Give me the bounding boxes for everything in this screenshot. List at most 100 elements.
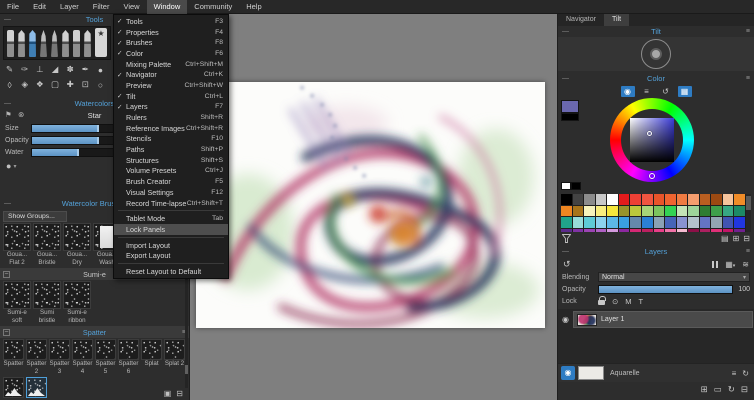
palette-swatch[interactable] [607,228,618,232]
menu-icon[interactable]: ≡ [746,26,750,37]
brush-thumbnail[interactable] [3,223,31,251]
lock-transparency-icon[interactable] [598,296,606,305]
palette-swatch[interactable] [653,205,665,216]
menu-item-mixing-palette[interactable]: Mixing Palette Ctrl+Shift+M [114,59,228,70]
palette-swatch[interactable] [734,228,745,232]
duplicate-layer-icon[interactable]: ↻ [728,384,735,395]
palette-swatch[interactable] [595,205,607,216]
menu-item-brush-creator[interactable]: Brush Creator F5 [114,176,228,187]
wetness-view-icon[interactable]: ≋ [742,260,749,269]
palette-swatch[interactable] [711,217,722,228]
palette-swatch[interactable] [676,217,688,228]
menu-icon[interactable]: ≡ [746,246,750,257]
round-brush[interactable] [18,30,25,57]
fountain-pen[interactable] [40,30,47,57]
pause-diffusion-icon[interactable] [712,260,719,268]
palette-swatch[interactable] [561,217,572,228]
lock-t-button[interactable]: T [639,297,644,306]
palette-swatch[interactable] [584,217,595,228]
brush-thumbnail[interactable] [49,339,70,360]
color-history-button[interactable]: ↺ [659,86,673,97]
duplicate-brush-icon[interactable]: ▣ [164,389,172,398]
palette-swatch[interactable] [607,194,618,205]
flat-brush[interactable] [7,30,14,57]
white-swatch[interactable] [561,182,571,190]
menu-item-import-layout[interactable]: Import Layout [114,240,228,251]
palette-swatch[interactable] [665,194,676,205]
menu-window[interactable]: Window [146,0,188,14]
water-brush-tool-icon[interactable]: ✑ [17,64,32,75]
collapse-icon[interactable]: — [562,26,569,37]
brush-preset[interactable]: Splat [141,339,162,375]
menu-item-tilt[interactable]: ✓ Tilt Ctrl+L [114,91,228,102]
black-swatch[interactable] [571,182,581,190]
brush-preset[interactable]: Spatter 2 [26,339,47,375]
menu-item-paths[interactable]: Paths Shift+P [114,144,228,155]
add-swatch-icon[interactable]: ⊞ [733,234,740,243]
menu-item-brushes[interactable]: ✓ Brushes F8 [114,37,228,48]
brush-thumbnail[interactable] [33,281,61,309]
collapse-box-icon[interactable]: – [3,270,10,278]
palette-swatch[interactable] [653,228,665,232]
brush-thumbnail[interactable] [33,223,61,251]
layer-row[interactable]: ◉ Layer 1 [558,311,754,328]
palette-swatch[interactable] [595,194,607,205]
palette-swatch[interactable] [722,217,734,228]
palette-swatch[interactable] [618,194,630,205]
palette-swatch[interactable] [676,228,688,232]
brush-thumbnail[interactable] [164,339,185,360]
menu-item-lock-panels[interactable]: Lock Panels [114,224,228,235]
palette-swatch[interactable] [676,194,688,205]
palette-swatch[interactable] [641,217,653,228]
palette-swatch[interactable] [653,217,665,228]
palette-swatch[interactable] [734,205,745,216]
palette-swatch[interactable] [572,205,584,216]
tilt-control[interactable] [558,37,754,71]
palette-swatch[interactable] [665,205,676,216]
show-groups-button[interactable]: Show Groups... [3,211,67,222]
select-tool-icon[interactable]: ▢ [47,79,62,90]
palette-swatch[interactable] [665,217,676,228]
palette-swatch[interactable] [584,228,595,232]
menu-edit[interactable]: Edit [26,0,53,14]
palette-swatch[interactable] [572,228,584,232]
menu-item-reference-images[interactable]: Reference Images Ctrl+Shift+R [114,123,228,134]
palette-swatch[interactable] [641,228,653,232]
brush-thumbnail[interactable] [3,339,24,360]
palette-swatch[interactable] [722,194,734,205]
airbrush-tool-icon[interactable]: ✽ [63,64,78,75]
transform-tool-icon[interactable]: ✚ [63,79,78,90]
round-brush-selected[interactable] [29,30,36,57]
palette-swatch[interactable] [734,217,745,228]
menu-item-preview[interactable]: Preview Ctrl+Shift+W [114,80,228,91]
palette-swatch[interactable] [722,205,734,216]
lock-wetness-icon[interactable]: ⊙ [612,297,618,306]
collapse-icon[interactable]: — [4,98,11,109]
palette-swatch[interactable] [630,205,641,216]
brush-preset[interactable]: Goua... Dry [63,223,91,266]
color-palette-mode-button[interactable]: ▦ [677,86,692,97]
palette-swatch[interactable] [711,205,722,216]
paper-settings-icon[interactable]: ≡ [732,369,737,378]
palette-swatch[interactable] [722,228,734,232]
smudge-ring-tool-icon[interactable]: ○ [93,80,108,90]
star-stamp[interactable]: ★ [95,28,107,57]
ink-pen-tool-icon[interactable]: ✒ [78,64,93,75]
menu-item-structures[interactable]: Structures Shift+S [114,155,228,166]
current-color-swatch[interactable] [561,100,579,113]
layer-visibility-icon[interactable]: ◉ [558,315,573,324]
pencil[interactable] [62,30,69,57]
brush-preset[interactable]: Spatter 4 [72,339,93,375]
brush-preset[interactable] [3,377,24,398]
menu-item-rulers[interactable]: Rulers Shift+R [114,112,228,123]
menu-view[interactable]: View [116,0,146,14]
hue-selector-dot[interactable] [649,173,655,179]
brush-thumbnail[interactable] [63,223,91,251]
remove-layer-icon[interactable]: ⊟ [741,384,748,395]
menu-item-tools[interactable]: ✓ Tools F3 [114,16,228,27]
crop-tool-icon[interactable]: ⊡ [78,79,93,90]
brush-thumbnail[interactable] [63,281,91,309]
collapse-icon[interactable]: — [4,198,11,209]
brush-preset[interactable]: Spatter 3 [49,339,70,375]
menu-community[interactable]: Community [187,0,239,14]
